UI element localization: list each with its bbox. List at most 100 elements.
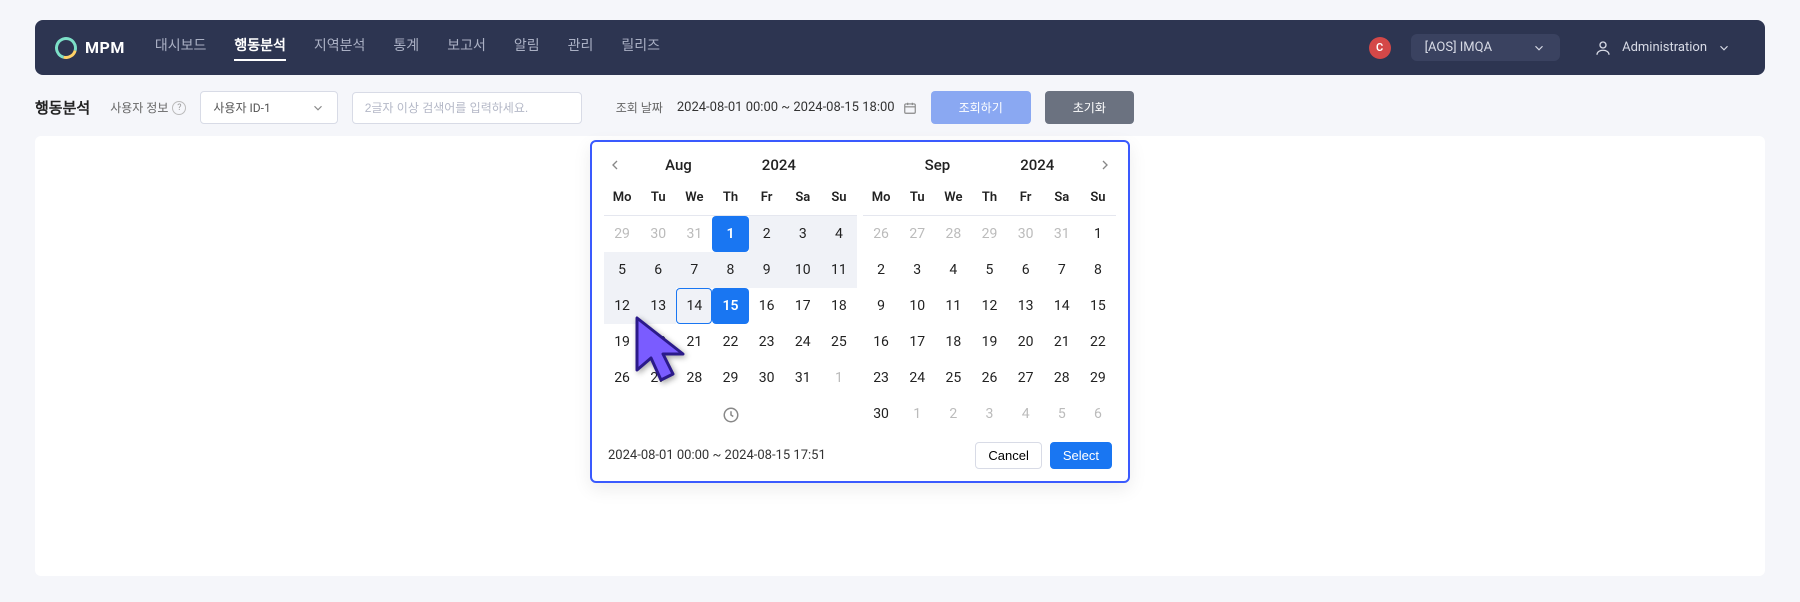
calendar-day[interactable]: 15: [712, 288, 748, 324]
admin-label: Administration: [1622, 40, 1707, 55]
calendar-day[interactable]: 29: [1080, 360, 1116, 396]
calendar-day[interactable]: 16: [863, 324, 899, 360]
nav-management[interactable]: 관리: [568, 35, 594, 61]
cancel-button[interactable]: Cancel: [975, 442, 1041, 469]
calendar-day[interactable]: 27: [1008, 360, 1044, 396]
next-month-button[interactable]: [1092, 152, 1118, 178]
calendar-day[interactable]: 1: [712, 216, 748, 252]
calendar-day[interactable]: 2: [749, 216, 785, 252]
calendar-day[interactable]: 21: [676, 324, 712, 360]
calendar-day[interactable]: 16: [749, 288, 785, 324]
calendar-day[interactable]: 20: [640, 324, 676, 360]
calendar-day[interactable]: 13: [1008, 288, 1044, 324]
calendar-day[interactable]: 3: [971, 396, 1007, 432]
nav-region-analysis[interactable]: 지역분석: [314, 35, 366, 61]
time-picker-toggle[interactable]: [604, 396, 857, 430]
calendar-day[interactable]: 10: [899, 288, 935, 324]
calendar-day[interactable]: 18: [821, 288, 857, 324]
calendar-day[interactable]: 23: [749, 324, 785, 360]
nav-release[interactable]: 릴리즈: [621, 35, 660, 61]
calendar-day[interactable]: 19: [604, 324, 640, 360]
search-input[interactable]: [352, 92, 582, 124]
nav-statistics[interactable]: 통계: [393, 35, 419, 61]
user-id-select[interactable]: 사용자 ID-1: [200, 91, 337, 124]
calendar-day[interactable]: 12: [604, 288, 640, 324]
calendar-day[interactable]: 5: [604, 252, 640, 288]
calendar-day[interactable]: 4: [1008, 396, 1044, 432]
calendar-day[interactable]: 9: [749, 252, 785, 288]
query-button[interactable]: 조회하기: [931, 91, 1031, 124]
calendar-day[interactable]: 14: [676, 288, 712, 324]
calendar-day[interactable]: 15: [1080, 288, 1116, 324]
calendar-day[interactable]: 1: [899, 396, 935, 432]
calendar-day[interactable]: 1: [1080, 216, 1116, 252]
calendar-day[interactable]: 17: [785, 288, 821, 324]
calendar-day[interactable]: 11: [935, 288, 971, 324]
calendar-day[interactable]: 29: [971, 216, 1007, 252]
calendar-day[interactable]: 19: [971, 324, 1007, 360]
calendar-day[interactable]: 28: [935, 216, 971, 252]
calendar-day[interactable]: 3: [899, 252, 935, 288]
calendar-day[interactable]: 5: [1044, 396, 1080, 432]
calendar-day[interactable]: 1: [821, 360, 857, 396]
calendar-day[interactable]: 30: [863, 396, 899, 432]
calendar-day[interactable]: 17: [899, 324, 935, 360]
prev-month-button[interactable]: [602, 152, 628, 178]
calendar-day[interactable]: 12: [971, 288, 1007, 324]
calendar-day[interactable]: 31: [785, 360, 821, 396]
calendar-day[interactable]: 30: [1008, 216, 1044, 252]
calendar-day[interactable]: 7: [676, 252, 712, 288]
nav-behavior-analysis[interactable]: 행동분석: [234, 35, 286, 61]
calendar-day[interactable]: 24: [785, 324, 821, 360]
calendar-day[interactable]: 31: [676, 216, 712, 252]
nav-dashboard[interactable]: 대시보드: [155, 35, 207, 61]
select-button[interactable]: Select: [1050, 442, 1112, 469]
calendar-day[interactable]: 29: [712, 360, 748, 396]
calendar-day[interactable]: 27: [899, 216, 935, 252]
calendar-day[interactable]: 20: [1008, 324, 1044, 360]
calendar-day[interactable]: 31: [1044, 216, 1080, 252]
calendar-day[interactable]: 10: [785, 252, 821, 288]
calendar-day[interactable]: 5: [971, 252, 1007, 288]
date-range-trigger[interactable]: 2024-08-01 00:00 ~ 2024-08-15 18:00: [677, 100, 917, 115]
calendar-day[interactable]: 26: [863, 216, 899, 252]
calendar-day[interactable]: 28: [676, 360, 712, 396]
calendar-day[interactable]: 30: [640, 216, 676, 252]
calendar-day[interactable]: 25: [935, 360, 971, 396]
calendar-day[interactable]: 2: [935, 396, 971, 432]
calendar-day[interactable]: 2: [863, 252, 899, 288]
calendar-day[interactable]: 8: [1080, 252, 1116, 288]
calendar-day[interactable]: 27: [640, 360, 676, 396]
calendar-day[interactable]: 8: [712, 252, 748, 288]
calendar-day[interactable]: 11: [821, 252, 857, 288]
nav-report[interactable]: 보고서: [447, 35, 486, 61]
calendar-day[interactable]: 3: [785, 216, 821, 252]
reset-button[interactable]: 초기화: [1045, 91, 1134, 124]
calendar-day[interactable]: 22: [1080, 324, 1116, 360]
calendar-day[interactable]: 30: [749, 360, 785, 396]
calendar-day[interactable]: 22: [712, 324, 748, 360]
calendar-day[interactable]: 29: [604, 216, 640, 252]
calendar-day[interactable]: 6: [640, 252, 676, 288]
nav-alerts[interactable]: 알림: [514, 35, 540, 61]
user-avatar[interactable]: C: [1369, 37, 1391, 59]
project-dropdown[interactable]: [AOS] IMQA: [1411, 34, 1561, 61]
calendar-day[interactable]: 25: [821, 324, 857, 360]
calendar-day[interactable]: 26: [604, 360, 640, 396]
calendar-day[interactable]: 14: [1044, 288, 1080, 324]
calendar-day[interactable]: 13: [640, 288, 676, 324]
calendar-day[interactable]: 24: [899, 360, 935, 396]
help-icon[interactable]: ?: [172, 101, 186, 115]
calendar-day[interactable]: 9: [863, 288, 899, 324]
calendar-day[interactable]: 21: [1044, 324, 1080, 360]
calendar-day[interactable]: 23: [863, 360, 899, 396]
calendar-day[interactable]: 7: [1044, 252, 1080, 288]
calendar-day[interactable]: 6: [1008, 252, 1044, 288]
calendar-day[interactable]: 26: [971, 360, 1007, 396]
calendar-day[interactable]: 4: [935, 252, 971, 288]
calendar-day[interactable]: 28: [1044, 360, 1080, 396]
calendar-day[interactable]: 18: [935, 324, 971, 360]
calendar-day[interactable]: 6: [1080, 396, 1116, 432]
admin-dropdown[interactable]: Administration: [1580, 33, 1745, 63]
calendar-day[interactable]: 4: [821, 216, 857, 252]
